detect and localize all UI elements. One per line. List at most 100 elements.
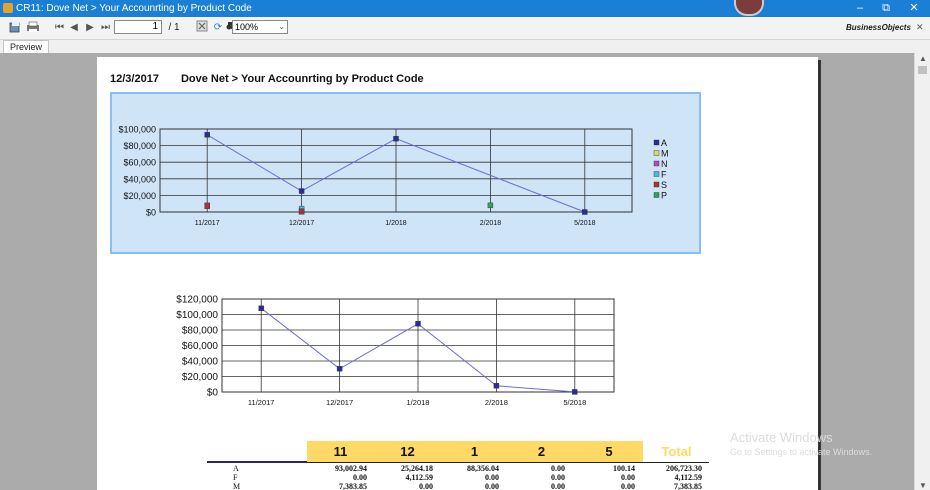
table-cell: 0.00 <box>485 473 499 482</box>
data-point <box>204 132 210 138</box>
activation-watermark: Activate Windows Go to Settings to activ… <box>730 430 872 457</box>
print-icon[interactable] <box>26 20 40 35</box>
y-tick-label: $20,000 <box>182 372 219 383</box>
y-tick-label: $40,000 <box>182 357 219 368</box>
legend-label: A <box>661 138 667 148</box>
y-tick-label: $0 <box>146 208 156 218</box>
app-icon <box>3 3 13 13</box>
scroll-down-icon[interactable]: ▼ <box>919 481 927 490</box>
report-date: 12/3/2017 <box>110 73 159 85</box>
table-cell: 0.00 <box>551 464 565 473</box>
table-cell: 4,112.59 <box>405 473 433 482</box>
title-bar: CR11: Dove Net > Your Accounrting by Pro… <box>0 0 930 17</box>
close-button[interactable]: ✕ <box>900 0 928 17</box>
y-tick-label: $60,000 <box>123 158 156 168</box>
x-tick-label: 2/2018 <box>485 398 508 407</box>
data-point <box>487 202 494 209</box>
x-tick-label: 12/2017 <box>289 220 314 227</box>
chart-1: $100,000 $80,000 $60,000 $40,000 $20,000 $0 11… <box>118 125 669 228</box>
row-label: F <box>233 473 238 482</box>
data-point <box>298 208 305 214</box>
restore-button[interactable]: ⧉ <box>872 0 900 17</box>
minimize-button[interactable]: – <box>846 0 874 17</box>
table-row: M 7,383.85 0.00 0.00 0.00 0.00 7,383.85 <box>207 482 737 490</box>
data-point <box>336 366 343 372</box>
last-page-icon[interactable]: ⏭ <box>101 20 110 35</box>
column-header-total: Total <box>643 441 710 462</box>
legend-label: F <box>661 170 667 180</box>
report-header: 12/3/2017 Dove Net > Your Accounrting by … <box>110 73 424 85</box>
data-point <box>393 135 399 142</box>
next-page-icon[interactable]: ▶ <box>86 20 94 35</box>
close-view-icon[interactable]: ✕ <box>916 22 924 33</box>
businessobjects-logo: BusinessObjects <box>846 23 911 32</box>
legend-swatch <box>653 150 660 156</box>
table-cell: 0.00 <box>485 482 499 490</box>
x-tick-label: 5/2018 <box>563 398 586 407</box>
table-rule <box>307 462 709 463</box>
x-tick-label: 1/2018 <box>407 398 430 407</box>
watermark-line2: Go to Settings to activate Windows. <box>730 447 873 457</box>
data-point <box>582 209 588 215</box>
y-tick-label: $0 <box>207 388 219 399</box>
stop-icon[interactable] <box>196 20 208 35</box>
window-title: CR11: Dove Net > Your Accounrting by Pro… <box>16 3 252 14</box>
x-tick-label: 5/2018 <box>574 220 596 227</box>
legend-label: M <box>661 149 669 159</box>
column-header: 11 <box>307 441 374 462</box>
scroll-thumb[interactable] <box>918 66 927 74</box>
recording-avatar-icon <box>734 0 764 16</box>
legend-swatch <box>653 181 660 188</box>
legend-swatch <box>653 160 660 167</box>
export-icon[interactable] <box>8 20 22 35</box>
chart-1-container[interactable]: $100,000 $80,000 $60,000 $40,000 $20,000 $0 11… <box>110 92 701 254</box>
data-point <box>572 389 578 395</box>
refresh-icon[interactable]: ⟳ <box>212 20 224 35</box>
column-header: 1 <box>441 441 508 462</box>
table-cell: 7,383.85 <box>674 482 702 490</box>
table-cell: 0.00 <box>621 482 635 490</box>
table-cell: 88,356.04 <box>467 464 499 473</box>
row-label: A <box>233 464 239 473</box>
toolbar: ⏮ ◀ ▶ ⏭ 1 / 1 ⟳ 100% ⌄ BusinessObjects ✕ <box>0 17 930 40</box>
y-tick-label: $80,000 <box>123 141 156 151</box>
row-label: M <box>233 482 241 490</box>
y-tick-label: $120,000 <box>176 295 218 306</box>
chart-2: $120,000 $100,000 $80,000 $60,000 $40,000 $20… <box>176 295 615 407</box>
page-number-input[interactable]: 1 <box>114 20 162 34</box>
table-cell: 0.00 <box>419 482 433 490</box>
zoom-select[interactable]: 100% ⌄ <box>232 20 288 34</box>
table-cell: 206,723.30 <box>666 464 702 473</box>
table-cell: 7,383.85 <box>339 482 367 490</box>
legend-label: P <box>661 191 667 201</box>
data-point <box>204 203 210 209</box>
x-tick-label: 2/2018 <box>480 220 502 227</box>
data-point <box>298 188 305 194</box>
column-header: 12 <box>374 441 441 462</box>
table-rule <box>207 461 307 463</box>
y-tick-label: $100,000 <box>118 125 156 135</box>
y-tick-label: $60,000 <box>182 341 219 352</box>
legend-label: N <box>661 159 668 169</box>
y-tick-label: $80,000 <box>182 326 219 337</box>
data-point <box>258 305 264 311</box>
legend-swatch <box>653 192 660 198</box>
table-cell: 4,112.59 <box>674 473 702 482</box>
table-row: A 93,002.94 25,264.18 88,356.04 0.00 100… <box>207 464 737 473</box>
table-cell: 93,002.94 <box>335 464 367 473</box>
x-tick-label: 11/2017 <box>195 220 220 227</box>
y-tick-label: $20,000 <box>123 191 156 201</box>
x-tick-label: 11/2017 <box>248 398 275 407</box>
vertical-scrollbar[interactable]: ▲ ▼ <box>914 53 930 490</box>
table-cell: 0.00 <box>353 473 367 482</box>
report-page: 12/3/2017 Dove Net > Your Accounrting by … <box>97 57 818 490</box>
first-page-icon[interactable]: ⏮ <box>55 20 64 35</box>
table-cell: 0.00 <box>621 473 635 482</box>
prev-page-icon[interactable]: ◀ <box>70 20 78 35</box>
tab-preview[interactable]: Preview <box>3 40 50 54</box>
chevron-down-icon: ⌄ <box>278 22 285 31</box>
scroll-up-icon[interactable]: ▲ <box>919 54 927 63</box>
data-table: 11 12 1 2 5 Total A 93,002.94 25,264.18 … <box>207 441 737 490</box>
data-point <box>493 383 500 389</box>
column-header: 5 <box>575 441 643 462</box>
